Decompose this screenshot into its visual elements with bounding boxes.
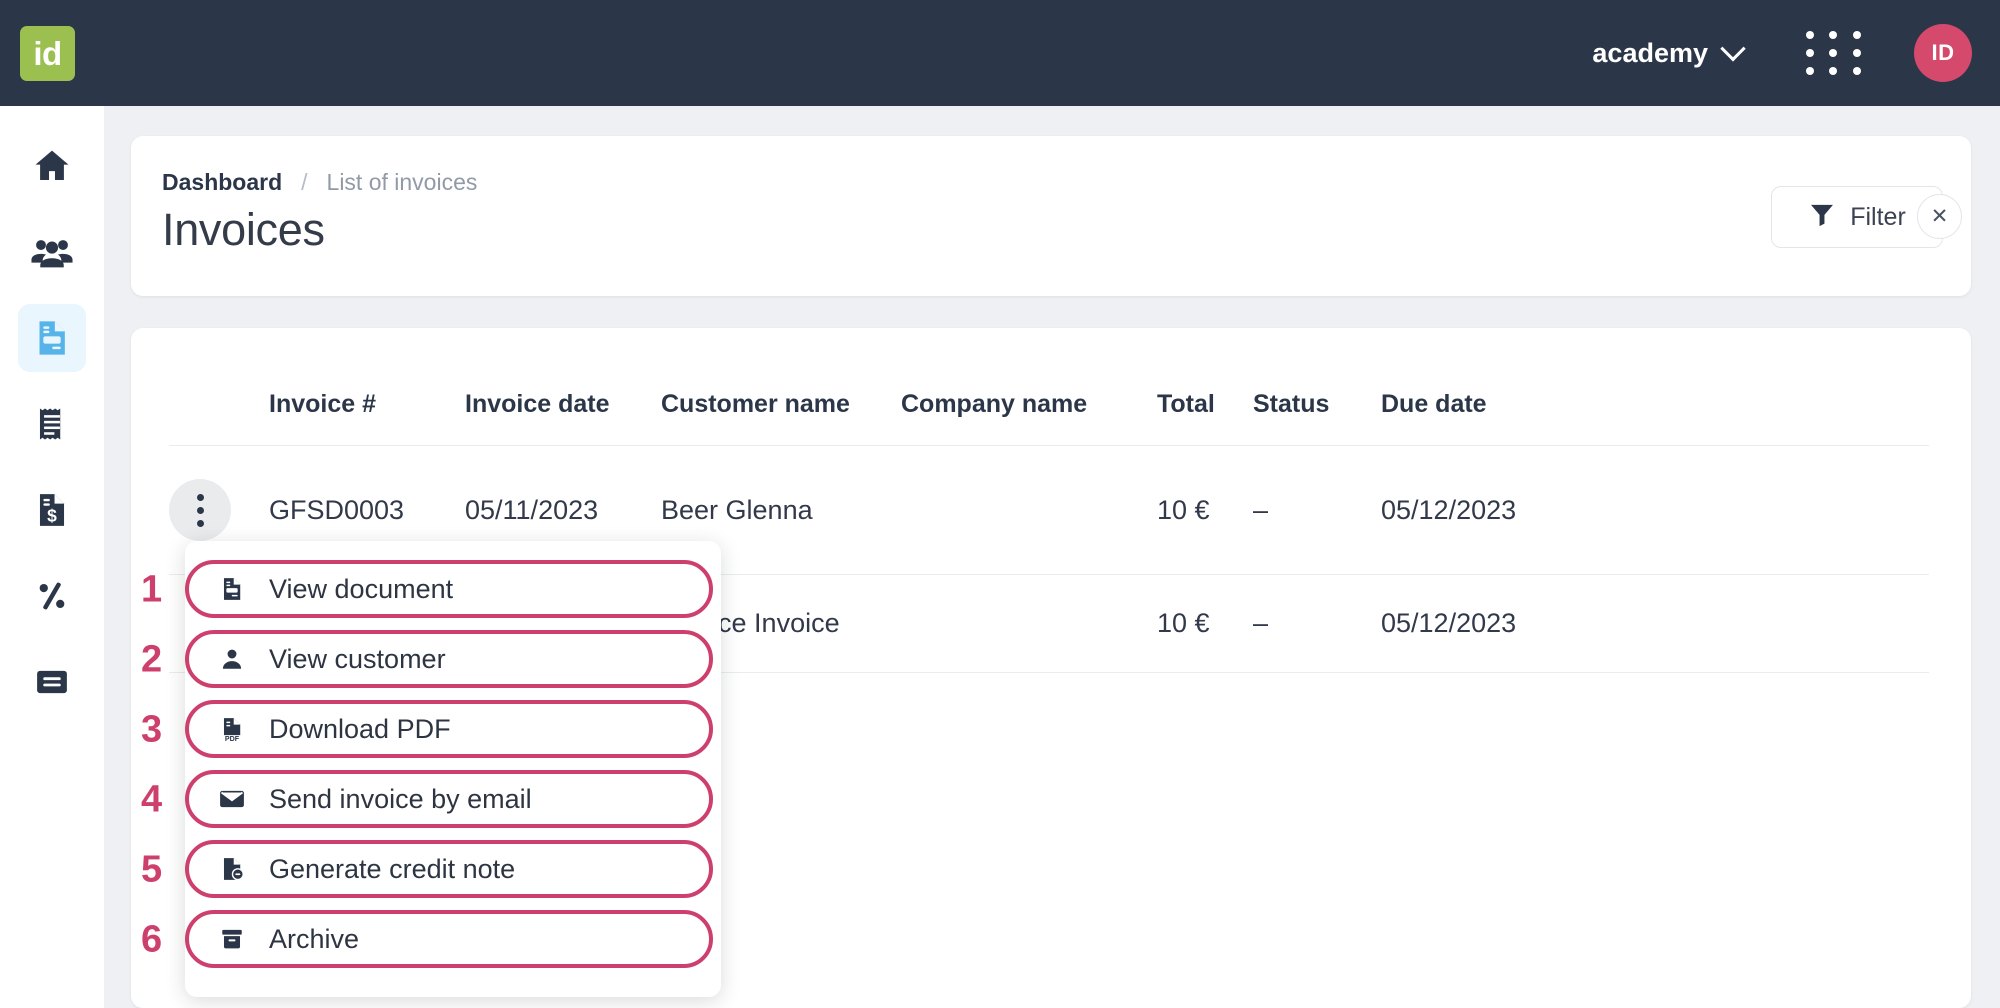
cell-total: 10 € xyxy=(1157,446,1253,575)
column-header-status[interactable]: Status xyxy=(1253,376,1381,446)
kebab-dot xyxy=(197,507,204,514)
menu-item-view-customer[interactable]: View customer xyxy=(185,630,713,688)
menu-item-label: Download PDF xyxy=(269,714,451,745)
column-header-invoice-date[interactable]: Invoice date xyxy=(465,376,661,446)
organization-switcher[interactable]: academy xyxy=(1576,28,1758,79)
percent-icon xyxy=(33,577,71,615)
menu-row: 5 Generate credit note xyxy=(185,835,721,905)
table-header: Invoice # Invoice date Customer name Com… xyxy=(169,376,1929,446)
cell-total: 10 € xyxy=(1157,575,1253,673)
menu-row: 3 PDF Download PDF xyxy=(185,695,721,765)
menu-row: 1 View document xyxy=(185,555,721,625)
column-header-company-name[interactable]: Company name xyxy=(901,376,1157,446)
svg-text:PDF: PDF xyxy=(225,735,240,742)
column-header-actions xyxy=(169,376,269,446)
annotation-number-4: 4 xyxy=(141,779,162,822)
annotation-number-1: 1 xyxy=(141,569,162,612)
filter-clear-label: ✕ xyxy=(1931,204,1949,229)
apps-grid-dot xyxy=(1829,67,1837,75)
row-actions-dropdown: 1 View document 2 xyxy=(185,541,721,997)
apps-grid-icon[interactable] xyxy=(1806,31,1866,75)
apps-grid-dot xyxy=(1853,67,1861,75)
funnel-icon xyxy=(1808,200,1836,235)
sidebar-item-expenses[interactable]: $ xyxy=(18,476,86,544)
annotation-number-3: 3 xyxy=(141,709,162,752)
cell-company-name xyxy=(901,575,1157,673)
menu-item-label: Archive xyxy=(269,924,359,955)
sidebar-item-ledger[interactable] xyxy=(18,648,86,716)
logo-text: id xyxy=(33,37,61,70)
menu-item-download-pdf[interactable]: PDF Download PDF xyxy=(185,700,713,758)
apps-grid-dot xyxy=(1806,31,1814,39)
pdf-file-icon: PDF xyxy=(217,716,247,742)
column-header-due-date[interactable]: Due date xyxy=(1381,376,1929,446)
filter-button-label: Filter xyxy=(1850,203,1906,232)
breadcrumb: Dashboard / List of invoices xyxy=(162,169,477,196)
sidebar-item-receipts[interactable] xyxy=(18,390,86,458)
annotation-number-6: 6 xyxy=(141,919,162,962)
document-minus-icon xyxy=(217,856,247,882)
column-header-customer-name[interactable]: Customer name xyxy=(661,376,901,446)
breadcrumb-dashboard[interactable]: Dashboard xyxy=(162,169,282,196)
apps-grid-dot xyxy=(1853,31,1861,39)
sidebar: $ xyxy=(0,106,104,1008)
sidebar-item-invoices[interactable] xyxy=(18,304,86,372)
cell-status: – xyxy=(1253,446,1381,575)
book-icon xyxy=(33,663,71,701)
svg-text:$: $ xyxy=(47,505,57,525)
avatar-initials: ID xyxy=(1932,40,1955,66)
column-header-total[interactable]: Total xyxy=(1157,376,1253,446)
menu-row: 6 Archive xyxy=(185,905,721,975)
breadcrumb-list-of-invoices[interactable]: List of invoices xyxy=(327,169,478,196)
menu-item-generate-credit-note[interactable]: Generate credit note xyxy=(185,840,713,898)
menu-row: 4 Send invoice by email xyxy=(185,765,721,835)
annotation-number-2: 2 xyxy=(141,639,162,682)
document-text-icon xyxy=(217,576,247,602)
top-bar: id academy ID xyxy=(0,0,2000,106)
menu-item-label: View customer xyxy=(269,644,446,675)
menu-item-view-document[interactable]: View document xyxy=(185,560,713,618)
menu-item-send-invoice-by-email[interactable]: Send invoice by email xyxy=(185,770,713,828)
column-header-invoice-number[interactable]: Invoice # xyxy=(269,376,465,446)
menu-item-archive[interactable]: Archive xyxy=(185,910,713,968)
cell-status: – xyxy=(1253,575,1381,673)
kebab-dot xyxy=(197,520,204,527)
app-logo[interactable]: id xyxy=(20,26,75,81)
archive-box-icon xyxy=(217,926,247,952)
breadcrumb-separator: / xyxy=(301,169,307,196)
chevron-down-icon xyxy=(1720,36,1745,61)
invoice-doc-icon xyxy=(32,318,72,358)
menu-item-label: View document xyxy=(269,574,453,605)
page-title: Invoices xyxy=(162,204,325,256)
cell-company-name xyxy=(901,446,1157,575)
receipt-icon xyxy=(33,405,71,443)
row-menu-kebab-icon[interactable] xyxy=(169,479,231,541)
kebab-dot xyxy=(197,494,204,501)
apps-grid-dot xyxy=(1829,49,1837,57)
annotation-number-5: 5 xyxy=(141,849,162,892)
cell-due-date: 05/12/2023 xyxy=(1381,575,1929,673)
apps-grid-dot xyxy=(1853,49,1861,57)
menu-item-label: Send invoice by email xyxy=(269,784,532,815)
page-header-card: Dashboard / List of invoices Invoices Fi… xyxy=(131,136,1971,296)
menu-item-label: Generate credit note xyxy=(269,854,515,885)
apps-grid-dot xyxy=(1829,31,1837,39)
organization-name: academy xyxy=(1592,38,1708,69)
sidebar-item-home[interactable] xyxy=(18,132,86,200)
person-icon xyxy=(217,646,247,672)
apps-grid-dot xyxy=(1806,67,1814,75)
avatar[interactable]: ID xyxy=(1914,24,1972,82)
sidebar-item-taxes[interactable] xyxy=(18,562,86,630)
envelope-icon xyxy=(217,785,247,813)
top-bar-right-controls: academy ID xyxy=(1576,0,1972,106)
apps-grid-dot xyxy=(1806,49,1814,57)
table-header-row: Invoice # Invoice date Customer name Com… xyxy=(169,376,1929,446)
people-icon xyxy=(30,230,74,274)
cell-due-date: 05/12/2023 xyxy=(1381,446,1929,575)
home-icon xyxy=(31,145,73,187)
document-dollar-icon: $ xyxy=(33,491,71,529)
sidebar-item-customers[interactable] xyxy=(18,218,86,286)
menu-row: 2 View customer xyxy=(185,625,721,695)
close-icon[interactable]: ✕ xyxy=(1917,194,1962,239)
